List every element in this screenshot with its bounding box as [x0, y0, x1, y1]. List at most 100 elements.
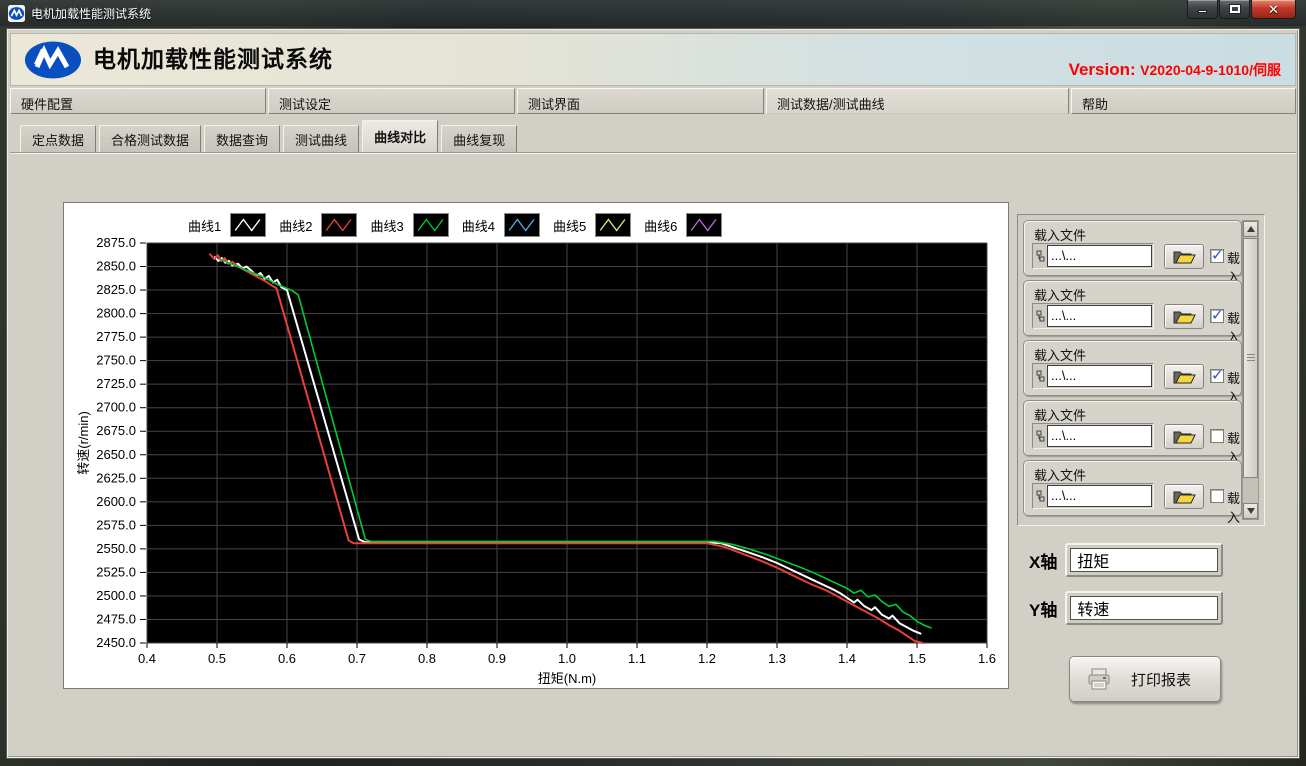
- y-tick-label: 2850.0: [96, 259, 136, 274]
- curve-compare-chart: 0.40.50.60.70.80.91.01.11.21.31.41.51.62…: [63, 202, 1009, 689]
- print-report-button[interactable]: 打印报表: [1069, 656, 1221, 702]
- legend-label: 曲线6: [644, 216, 677, 235]
- check-icon: ✓: [1211, 306, 1224, 324]
- subtab-curve-compare[interactable]: 曲线对比: [362, 120, 438, 153]
- maximize-icon: [1230, 5, 1240, 13]
- file-list-scrollbar[interactable]: [1242, 220, 1259, 520]
- y-axis-value: 转速: [1070, 596, 1218, 620]
- window-title: 电机加载性能测试系统: [31, 5, 151, 22]
- y-tick-label: 2750.0: [96, 353, 136, 368]
- maximize-button[interactable]: [1219, 0, 1250, 19]
- path-icon: [1034, 365, 1047, 387]
- file-path-field[interactable]: ...\...: [1032, 483, 1154, 509]
- page-title: 电机加载性能测试系统: [93, 34, 333, 85]
- legend-item: 曲线3: [370, 213, 448, 237]
- tab-divider: [10, 152, 1296, 154]
- load-checkbox[interactable]: [1210, 429, 1224, 443]
- browse-folder-button[interactable]: [1164, 304, 1204, 329]
- legend-label: 曲线3: [370, 216, 403, 235]
- minimize-button[interactable]: [1187, 0, 1218, 19]
- y-axis-selector-row: Y轴 转速: [1029, 591, 1223, 625]
- y-tick-label: 2500.0: [96, 588, 136, 603]
- tab-test-settings[interactable]: 测试设定: [268, 88, 515, 114]
- load-checkbox[interactable]: ✓: [1210, 309, 1224, 323]
- close-icon: ✕: [1268, 3, 1279, 16]
- y-tick-label: 2575.0: [96, 517, 136, 532]
- x-axis-label: X轴: [1029, 548, 1057, 573]
- subtab-data-query[interactable]: 数据查询: [204, 125, 280, 153]
- file-path-value: ...\...: [1047, 485, 1152, 507]
- minimize-icon: [1198, 10, 1207, 13]
- x-tick-label: 1.2: [698, 651, 716, 666]
- legend-label: 曲线2: [279, 216, 312, 235]
- version-text: Version: V2020-04-9-1010/伺服: [1069, 60, 1281, 80]
- browse-folder-button[interactable]: [1164, 484, 1204, 509]
- legend-swatch-icon[interactable]: [321, 213, 357, 237]
- legend-item: 曲线1: [188, 213, 266, 237]
- subtab-qualified-test-data[interactable]: 合格测试数据: [99, 125, 201, 153]
- print-report-label: 打印报表: [1126, 669, 1196, 690]
- legend-swatch-icon[interactable]: [686, 213, 722, 237]
- y-axis-title: 转速(r/min): [76, 411, 91, 475]
- main-tab-bar: 硬件配置 测试设定 测试界面 测试数据/测试曲线 帮助: [10, 88, 1296, 114]
- browse-folder-button[interactable]: [1164, 244, 1204, 269]
- legend-swatch-icon[interactable]: [230, 213, 266, 237]
- y-tick-label: 2525.0: [96, 564, 136, 579]
- legend-swatch-icon[interactable]: [595, 213, 631, 237]
- load-checkbox[interactable]: ✓: [1210, 369, 1224, 383]
- y-tick-label: 2600.0: [96, 494, 136, 509]
- file-loader-group: 载入文件...\...✓载入: [1023, 340, 1242, 396]
- load-file-label: 载入文件: [1034, 345, 1086, 364]
- legend-swatch-icon[interactable]: [413, 213, 449, 237]
- y-axis-input[interactable]: 转速: [1065, 591, 1223, 625]
- file-path-value: ...\...: [1047, 305, 1152, 327]
- app-icon: [8, 5, 25, 22]
- window-controls: ✕: [1186, 0, 1296, 19]
- y-tick-label: 2475.0: [96, 611, 136, 626]
- file-path-field[interactable]: ...\...: [1032, 363, 1154, 389]
- y-tick-label: 2450.0: [96, 635, 136, 650]
- browse-folder-button[interactable]: [1164, 424, 1204, 449]
- file-path-field[interactable]: ...\...: [1032, 423, 1154, 449]
- tab-hardware-config[interactable]: 硬件配置: [10, 88, 266, 114]
- close-button[interactable]: ✕: [1251, 0, 1296, 19]
- load-file-label: 载入文件: [1034, 225, 1086, 244]
- company-logo-icon: [23, 40, 83, 80]
- tab-test-data-curves[interactable]: 测试数据/测试曲线: [766, 88, 1069, 114]
- scroll-down-button[interactable]: [1243, 503, 1258, 519]
- file-path-value: ...\...: [1047, 365, 1152, 387]
- y-tick-label: 2875.0: [96, 235, 136, 250]
- folder-open-icon: [1172, 308, 1196, 325]
- file-path-field[interactable]: ...\...: [1032, 243, 1154, 269]
- legend-item: 曲线4: [462, 213, 540, 237]
- legend-item: 曲线6: [644, 213, 722, 237]
- x-axis-selector-row: X轴 扭矩: [1029, 543, 1223, 577]
- check-icon: ✓: [1211, 366, 1224, 384]
- subtab-test-curve[interactable]: 测试曲线: [283, 125, 359, 153]
- legend-label: 曲线4: [462, 216, 495, 235]
- file-loader-group: 载入文件...\...✓载入: [1023, 280, 1242, 336]
- load-checkbox[interactable]: ✓: [1210, 249, 1224, 263]
- load-checkbox[interactable]: [1210, 489, 1224, 503]
- y-tick-label: 2650.0: [96, 447, 136, 462]
- x-axis-input[interactable]: 扭矩: [1065, 543, 1223, 577]
- x-tick-label: 0.6: [278, 651, 296, 666]
- tab-help[interactable]: 帮助: [1071, 88, 1296, 114]
- file-path-field[interactable]: ...\...: [1032, 303, 1154, 329]
- scroll-up-button[interactable]: [1243, 221, 1258, 237]
- legend-label: 曲线5: [553, 216, 586, 235]
- subtab-curve-replay[interactable]: 曲线复现: [441, 125, 517, 153]
- x-tick-label: 1.0: [558, 651, 576, 666]
- x-tick-label: 1.5: [908, 651, 926, 666]
- app-header: 电机加载性能测试系统 Version: V2020-04-9-1010/伺服: [10, 33, 1296, 86]
- load-file-label: 载入文件: [1034, 465, 1086, 484]
- printer-icon: [1086, 667, 1112, 691]
- scrollbar-thumb[interactable]: [1243, 238, 1258, 478]
- subtab-fixed-point-data[interactable]: 定点数据: [20, 125, 96, 153]
- y-tick-label: 2725.0: [96, 376, 136, 391]
- legend-swatch-icon[interactable]: [504, 213, 540, 237]
- tab-test-screen[interactable]: 测试界面: [517, 88, 764, 114]
- browse-folder-button[interactable]: [1164, 364, 1204, 389]
- folder-open-icon: [1172, 248, 1196, 265]
- folder-open-icon: [1172, 428, 1196, 445]
